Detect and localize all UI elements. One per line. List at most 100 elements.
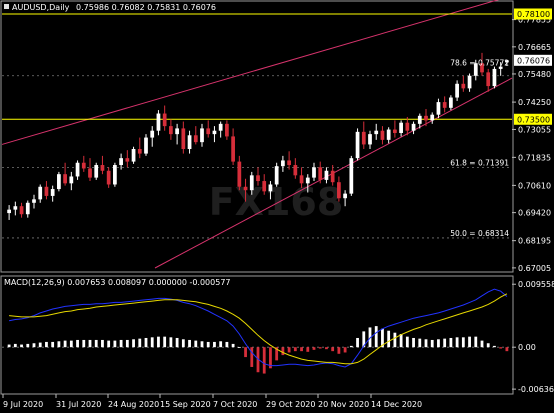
macd-hist-bar [76, 339, 79, 348]
candle-body [411, 123, 416, 131]
candle-body [380, 130, 385, 140]
fib-label: 78.6 = 0.75772 [450, 58, 509, 67]
candle-body [150, 130, 155, 138]
candle-body [181, 128, 186, 150]
candle-body [399, 122, 403, 133]
candle-body [144, 137, 148, 154]
candle-body [25, 202, 30, 215]
price-tick-label: 0.67005 [518, 264, 551, 273]
macd-hist-bar [449, 337, 453, 348]
price-tag-label: 0.78100 [517, 10, 550, 19]
candle-body [32, 199, 36, 203]
candle-body [13, 206, 18, 210]
candle-body [187, 135, 192, 150]
candle-body [44, 186, 49, 196]
macd-hist-bar [175, 337, 179, 348]
macd-hist-bar [181, 339, 185, 348]
macd-hist-bar [337, 347, 341, 354]
macd-hist-bar [343, 347, 347, 353]
candle-body [243, 186, 248, 191]
time-tick-label: 14 Dec 2020 [371, 400, 422, 409]
macd-hist-bar [480, 340, 484, 348]
candle-body [374, 130, 379, 135]
watermark: FX168 [209, 180, 344, 224]
candle-body [231, 136, 235, 162]
candle-body [63, 174, 67, 184]
macd-hist-bar [374, 326, 378, 348]
candle-body [193, 135, 198, 143]
macd-hist-bar [94, 339, 98, 348]
macd-hist-bar [468, 336, 471, 348]
candle-body [343, 193, 347, 199]
candle-body [175, 128, 179, 135]
candle-body [386, 129, 391, 140]
candle-body [492, 68, 497, 87]
candle-body [262, 181, 267, 192]
macd-hist-bar [107, 340, 111, 348]
macd-hist-bar [213, 341, 216, 348]
macd-hist-bar [51, 341, 55, 348]
macd-hist-bar [163, 336, 167, 348]
macd-hist-bar [20, 344, 23, 348]
candle-body [106, 170, 111, 185]
macd-hist-bar [150, 337, 154, 348]
candle-body [449, 97, 453, 108]
candle-body [442, 102, 447, 108]
candle-body [368, 134, 372, 145]
macd-hist-bar [505, 347, 509, 352]
candle-body [38, 186, 43, 200]
macd-hist-bar [474, 336, 478, 348]
fib-label: 50.0 = 0.68314 [450, 229, 509, 238]
symbol-label: AUDUSD,Daily [12, 3, 70, 12]
macd-hist-bar [82, 339, 86, 348]
price-tag-label: 0.76076 [517, 56, 550, 65]
macd-hist-bar [262, 347, 266, 374]
candle-body [50, 189, 55, 196]
candle-body [393, 129, 397, 133]
macd-hist-bar [293, 347, 297, 352]
candle-body [113, 165, 117, 185]
candle-body [287, 160, 291, 166]
macd-hist-bar [219, 341, 223, 348]
macd-hist-bar [26, 343, 30, 348]
candle-body [88, 168, 92, 178]
macd-hist-bar [225, 341, 229, 348]
macd-hist-bar [194, 340, 198, 348]
candle-body [256, 175, 260, 182]
candle-body [312, 167, 316, 178]
candle-body [330, 170, 335, 183]
macd-hist-bar [399, 334, 403, 348]
macd-hist-bar [461, 337, 465, 348]
macd-hist-bar [231, 343, 235, 348]
macd-hist-bar [45, 341, 48, 348]
candle-body [274, 166, 279, 185]
candle-body [100, 165, 105, 171]
macd-hist-bar [101, 339, 104, 348]
candle-body [293, 165, 298, 176]
price-tick-label: 0.76665 [518, 43, 551, 52]
price-tick-label: 0.73055 [518, 125, 551, 134]
candle-body [7, 209, 11, 214]
macd-hist-bar [443, 338, 447, 348]
macd-hist-bar [418, 338, 422, 348]
candle-body [57, 174, 61, 190]
candle-body [162, 113, 167, 127]
candle-body [137, 149, 142, 154]
macd-hist-bar [206, 341, 210, 348]
symbol-dropdown-icon[interactable] [4, 4, 9, 9]
price-tick-label: 0.74250 [518, 98, 551, 107]
macd-hist-bar [318, 347, 322, 349]
macd-hist-bar [430, 339, 434, 348]
macd-hist-bar [306, 347, 310, 352]
macd-hist-bar [412, 337, 415, 348]
macd-hist-bar [63, 340, 67, 348]
macd-hist-bar [119, 339, 123, 348]
macd-tick-label: 0.00 [518, 343, 536, 352]
price-tick-label: 0.68195 [518, 237, 551, 246]
macd-hist-bar [250, 347, 254, 367]
macd-hist-bar [312, 347, 316, 350]
candle-body [237, 161, 242, 187]
macd-tick-label: 0.009558 [518, 280, 554, 289]
candle-body [119, 158, 123, 166]
candle-body [299, 175, 304, 184]
